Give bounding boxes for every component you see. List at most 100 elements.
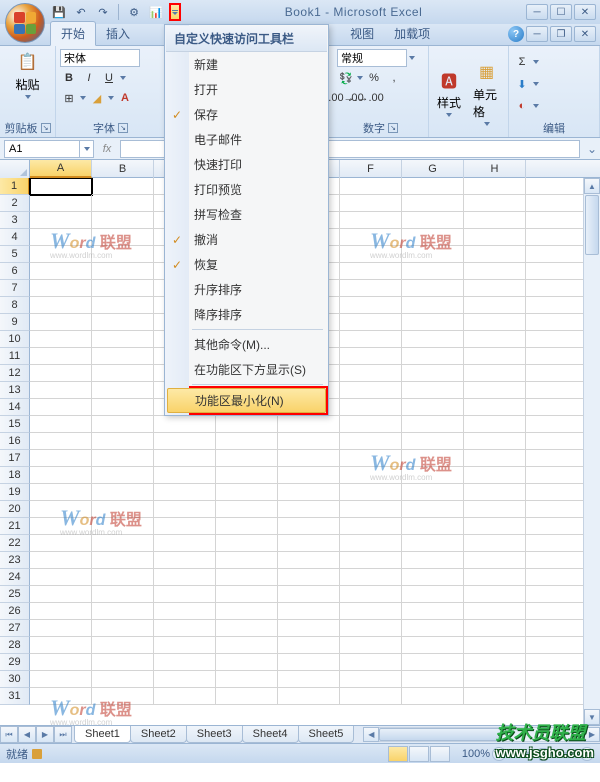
cell[interactable]	[154, 433, 216, 450]
cell[interactable]	[526, 246, 588, 263]
cell[interactable]	[526, 433, 588, 450]
cell[interactable]	[92, 229, 154, 246]
menu-sortdesc[interactable]: 降序排序	[166, 302, 327, 327]
cell[interactable]	[30, 450, 92, 467]
cell[interactable]	[216, 603, 278, 620]
tab-view[interactable]: 视图	[340, 22, 384, 45]
menu-quickprint[interactable]: 快速打印	[166, 152, 327, 177]
row-header[interactable]: 30	[0, 671, 30, 688]
cell[interactable]	[30, 688, 92, 705]
cell[interactable]	[30, 280, 92, 297]
cell[interactable]	[340, 178, 402, 195]
cell[interactable]	[30, 467, 92, 484]
cell[interactable]	[402, 552, 464, 569]
cell[interactable]	[464, 382, 526, 399]
number-dialog-launcher[interactable]: ↘	[388, 123, 398, 133]
font-name-select[interactable]: 宋体	[60, 49, 140, 67]
tab-addins[interactable]: 加载项	[384, 22, 440, 45]
cell[interactable]	[526, 501, 588, 518]
cell[interactable]	[402, 620, 464, 637]
view-normal-button[interactable]	[388, 746, 408, 762]
row-header[interactable]: 9	[0, 314, 30, 331]
cell[interactable]	[526, 688, 588, 705]
col-header[interactable]: A	[30, 160, 92, 178]
sheet-nav-last[interactable]: ⏭	[54, 726, 72, 743]
name-box[interactable]: A1	[4, 140, 94, 158]
cell[interactable]	[526, 637, 588, 654]
cell[interactable]	[526, 297, 588, 314]
cell[interactable]	[278, 416, 340, 433]
cell[interactable]	[30, 501, 92, 518]
fill-color-button[interactable]: ◢	[88, 89, 106, 107]
cell[interactable]	[340, 552, 402, 569]
cell[interactable]	[278, 535, 340, 552]
qat-customize-dropdown[interactable]	[169, 3, 181, 21]
cell[interactable]	[216, 569, 278, 586]
cell[interactable]	[216, 535, 278, 552]
number-format-select[interactable]: 常规	[337, 49, 407, 67]
row-header[interactable]: 19	[0, 484, 30, 501]
cell[interactable]	[464, 586, 526, 603]
cell[interactable]	[402, 331, 464, 348]
cell[interactable]	[92, 212, 154, 229]
row-header[interactable]: 7	[0, 280, 30, 297]
doc-close-button[interactable]: ✕	[574, 26, 596, 42]
tab-home[interactable]: 开始	[50, 21, 96, 46]
clipboard-dialog-launcher[interactable]: ↘	[41, 123, 51, 133]
cell[interactable]	[402, 280, 464, 297]
cell[interactable]	[402, 399, 464, 416]
cell[interactable]	[154, 552, 216, 569]
cell[interactable]	[402, 297, 464, 314]
cell[interactable]	[464, 552, 526, 569]
cell[interactable]	[30, 263, 92, 280]
cell[interactable]	[30, 195, 92, 212]
cell[interactable]	[154, 467, 216, 484]
cell[interactable]	[526, 671, 588, 688]
cell[interactable]	[402, 637, 464, 654]
cell[interactable]	[526, 365, 588, 382]
cell[interactable]	[402, 535, 464, 552]
cell[interactable]	[526, 212, 588, 229]
cell[interactable]	[216, 586, 278, 603]
cell[interactable]	[464, 195, 526, 212]
cell[interactable]	[464, 637, 526, 654]
row-header[interactable]: 13	[0, 382, 30, 399]
cell[interactable]	[154, 688, 216, 705]
cell[interactable]	[278, 654, 340, 671]
cell[interactable]	[154, 484, 216, 501]
cell[interactable]	[340, 654, 402, 671]
cell[interactable]	[30, 586, 92, 603]
row-header[interactable]: 11	[0, 348, 30, 365]
cell[interactable]	[30, 620, 92, 637]
sheet-tab[interactable]: Sheet2	[130, 726, 187, 743]
zoom-out-button[interactable]: −	[492, 747, 506, 761]
cell[interactable]	[402, 586, 464, 603]
cell[interactable]	[464, 365, 526, 382]
cell[interactable]	[30, 552, 92, 569]
cell[interactable]	[278, 552, 340, 569]
cell[interactable]	[154, 416, 216, 433]
cell[interactable]	[464, 535, 526, 552]
qat-tool-icon[interactable]: ⚙	[125, 3, 143, 21]
decrease-decimal-button[interactable]: .0→.00	[357, 89, 375, 107]
cell[interactable]	[402, 416, 464, 433]
cell[interactable]	[30, 365, 92, 382]
cell[interactable]	[340, 467, 402, 484]
sheet-tab[interactable]: Sheet1	[74, 726, 131, 743]
cell[interactable]	[216, 637, 278, 654]
cell[interactable]	[340, 365, 402, 382]
cell[interactable]	[92, 263, 154, 280]
zoom-in-button[interactable]: +	[580, 747, 594, 761]
cell[interactable]	[402, 433, 464, 450]
cell[interactable]	[340, 382, 402, 399]
cell[interactable]	[340, 569, 402, 586]
currency-button[interactable]: 💱	[337, 69, 355, 87]
fx-button[interactable]: fx	[98, 140, 116, 158]
cell[interactable]	[402, 518, 464, 535]
row-header[interactable]: 8	[0, 297, 30, 314]
cell[interactable]	[92, 552, 154, 569]
menu-show-below[interactable]: 在功能区下方显示(S)	[166, 357, 327, 382]
cell[interactable]	[30, 246, 92, 263]
styles-button[interactable]: 🅰 样式	[433, 66, 465, 119]
cell[interactable]	[92, 246, 154, 263]
